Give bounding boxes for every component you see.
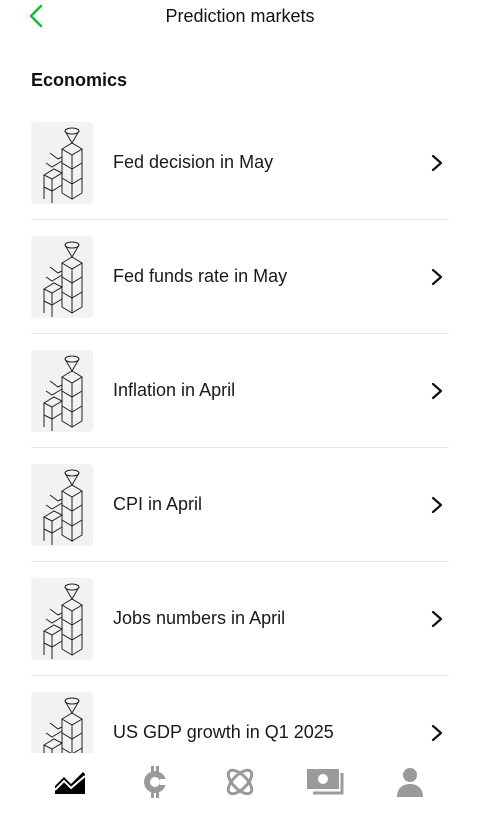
isometric-blocks-icon bbox=[31, 463, 93, 546]
chart-trend-icon bbox=[54, 772, 87, 794]
market-label: US GDP growth in Q1 2025 bbox=[113, 722, 334, 742]
isometric-blocks-icon bbox=[31, 691, 93, 753]
chevron-right-icon bbox=[427, 723, 447, 743]
app-screen: Prediction markets Economics Fed decisio… bbox=[0, 0, 480, 817]
chevron-right-icon bbox=[427, 381, 447, 401]
chevron-right-icon bbox=[427, 267, 447, 287]
nav-profile[interactable] bbox=[388, 760, 432, 804]
market-row-fed-funds-rate[interactable]: Fed funds rate in May bbox=[31, 220, 449, 334]
isometric-blocks-icon bbox=[31, 121, 93, 204]
profile-icon bbox=[396, 768, 423, 797]
market-label: CPI in April bbox=[113, 494, 203, 514]
header: Prediction markets bbox=[0, 0, 480, 36]
nav-cash[interactable] bbox=[303, 760, 347, 804]
chevron-right-icon bbox=[427, 495, 447, 515]
section-title: Economics bbox=[31, 70, 128, 90]
market-list: Fed decision in May Fed funds rate in Ma… bbox=[31, 106, 449, 753]
market-label: Fed funds rate in May bbox=[113, 266, 288, 286]
nav-home[interactable] bbox=[48, 760, 92, 804]
isometric-blocks-icon bbox=[31, 235, 93, 318]
nav-bitcoin[interactable] bbox=[133, 760, 177, 804]
page-title: Prediction markets bbox=[165, 6, 315, 26]
market-label: Jobs numbers in April bbox=[113, 608, 286, 628]
isometric-blocks-icon bbox=[31, 349, 93, 432]
isometric-blocks-icon bbox=[31, 577, 93, 660]
market-row-inflation[interactable]: Inflation in April bbox=[31, 334, 449, 448]
market-row-gdp[interactable]: US GDP growth in Q1 2025 bbox=[31, 676, 449, 753]
cash-icon bbox=[306, 769, 344, 795]
bitcoin-icon bbox=[144, 766, 169, 798]
market-row-fed-decision[interactable]: Fed decision in May bbox=[31, 106, 449, 220]
market-label: Inflation in April bbox=[113, 380, 236, 400]
atom-icon bbox=[226, 768, 254, 796]
nav-atom[interactable] bbox=[218, 760, 262, 804]
market-row-jobs[interactable]: Jobs numbers in April bbox=[31, 562, 449, 676]
market-row-cpi[interactable]: CPI in April bbox=[31, 448, 449, 562]
market-label: Fed decision in May bbox=[113, 152, 274, 172]
chevron-right-icon bbox=[427, 609, 447, 629]
chevron-right-icon bbox=[427, 153, 447, 173]
bottom-nav bbox=[0, 753, 480, 817]
